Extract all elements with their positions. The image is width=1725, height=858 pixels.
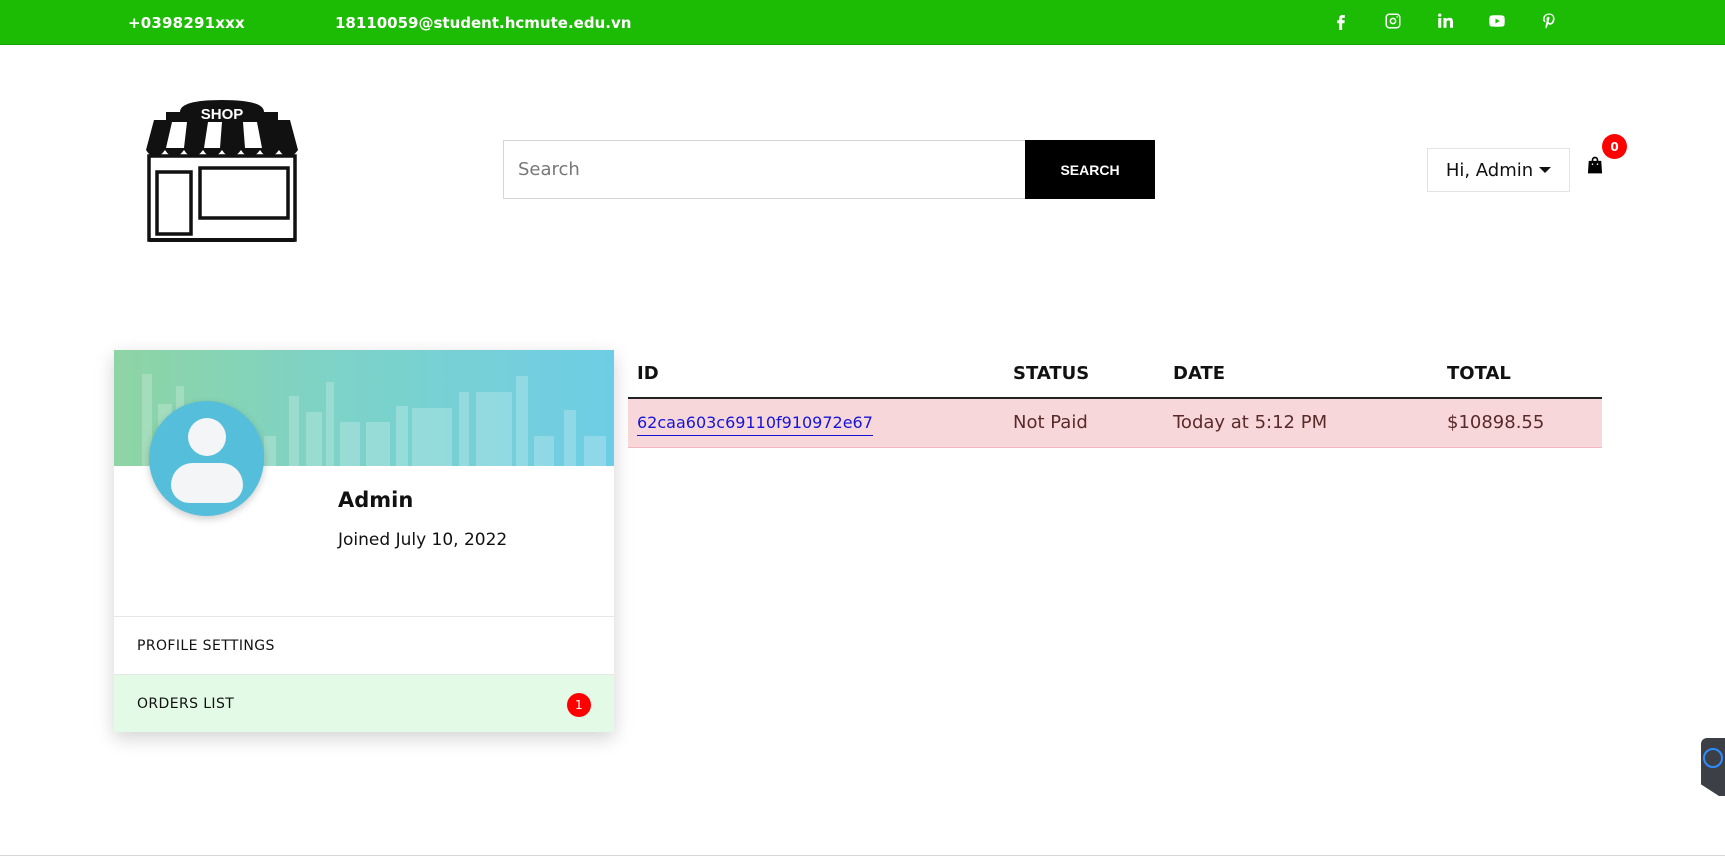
profile-card: Admin Joined July 10, 2022 PROFILE SETTI… [114,350,614,732]
youtube-icon[interactable] [1471,11,1523,31]
orders-count-badge: 1 [567,693,591,717]
search-input[interactable] [503,140,1025,199]
order-date-cell: Today at 5:12 PM [1164,398,1438,448]
order-total-cell: $10898.55 [1438,398,1602,448]
column-header-id: ID [628,350,1004,399]
contact-phone: +0398291xxx [128,14,245,32]
shop-logo[interactable]: SHOP [132,98,312,243]
profile-joined-date: Joined July 10, 2022 [338,530,508,550]
bottom-divider [0,855,1725,856]
facebook-icon[interactable] [1315,11,1367,31]
profile-name: Admin [338,488,414,512]
cart-count-badge: 0 [1602,134,1627,159]
user-greeting: Hi, Admin [1445,159,1534,181]
column-header-date: DATE [1164,350,1438,399]
table-header-row: ID STATUS DATE TOTAL [628,350,1602,399]
instagram-icon[interactable] [1367,11,1419,31]
order-status-cell: Not Paid [1004,398,1164,448]
table-row: 62caa603c69110f910972e67 Not Paid Today … [628,398,1602,448]
avatar [149,401,264,516]
caret-down-icon [1539,167,1552,173]
side-widget-tab[interactable] [1701,738,1725,796]
social-links [1315,11,1575,31]
column-header-status: STATUS [1004,350,1164,399]
profile-settings-link[interactable]: PROFILE SETTINGS [114,616,614,674]
orders-table: ID STATUS DATE TOTAL 62caa603c69110f9109… [628,350,1602,448]
linkedin-icon[interactable] [1419,11,1471,31]
orders-list-label: ORDERS LIST [137,695,235,712]
column-header-total: TOTAL [1438,350,1602,399]
orders-list-link[interactable]: ORDERS LIST 1 [114,674,614,732]
user-menu-dropdown[interactable]: Hi, Admin [1427,148,1570,192]
contact-email: 18110059@student.hcmute.edu.vn [335,14,632,32]
shopping-bag-icon[interactable] [1585,155,1605,177]
top-bar: +0398291xxx 18110059@student.hcmute.edu.… [0,0,1725,45]
order-id-cell: 62caa603c69110f910972e67 [628,398,1004,448]
pinterest-icon[interactable] [1523,11,1575,31]
search-button[interactable]: SEARCH [1025,140,1155,199]
profile-settings-label: PROFILE SETTINGS [137,637,275,654]
order-id-link[interactable]: 62caa603c69110f910972e67 [637,413,873,437]
search-bar: SEARCH [503,140,1155,199]
remote-widget-icon [1703,748,1723,768]
